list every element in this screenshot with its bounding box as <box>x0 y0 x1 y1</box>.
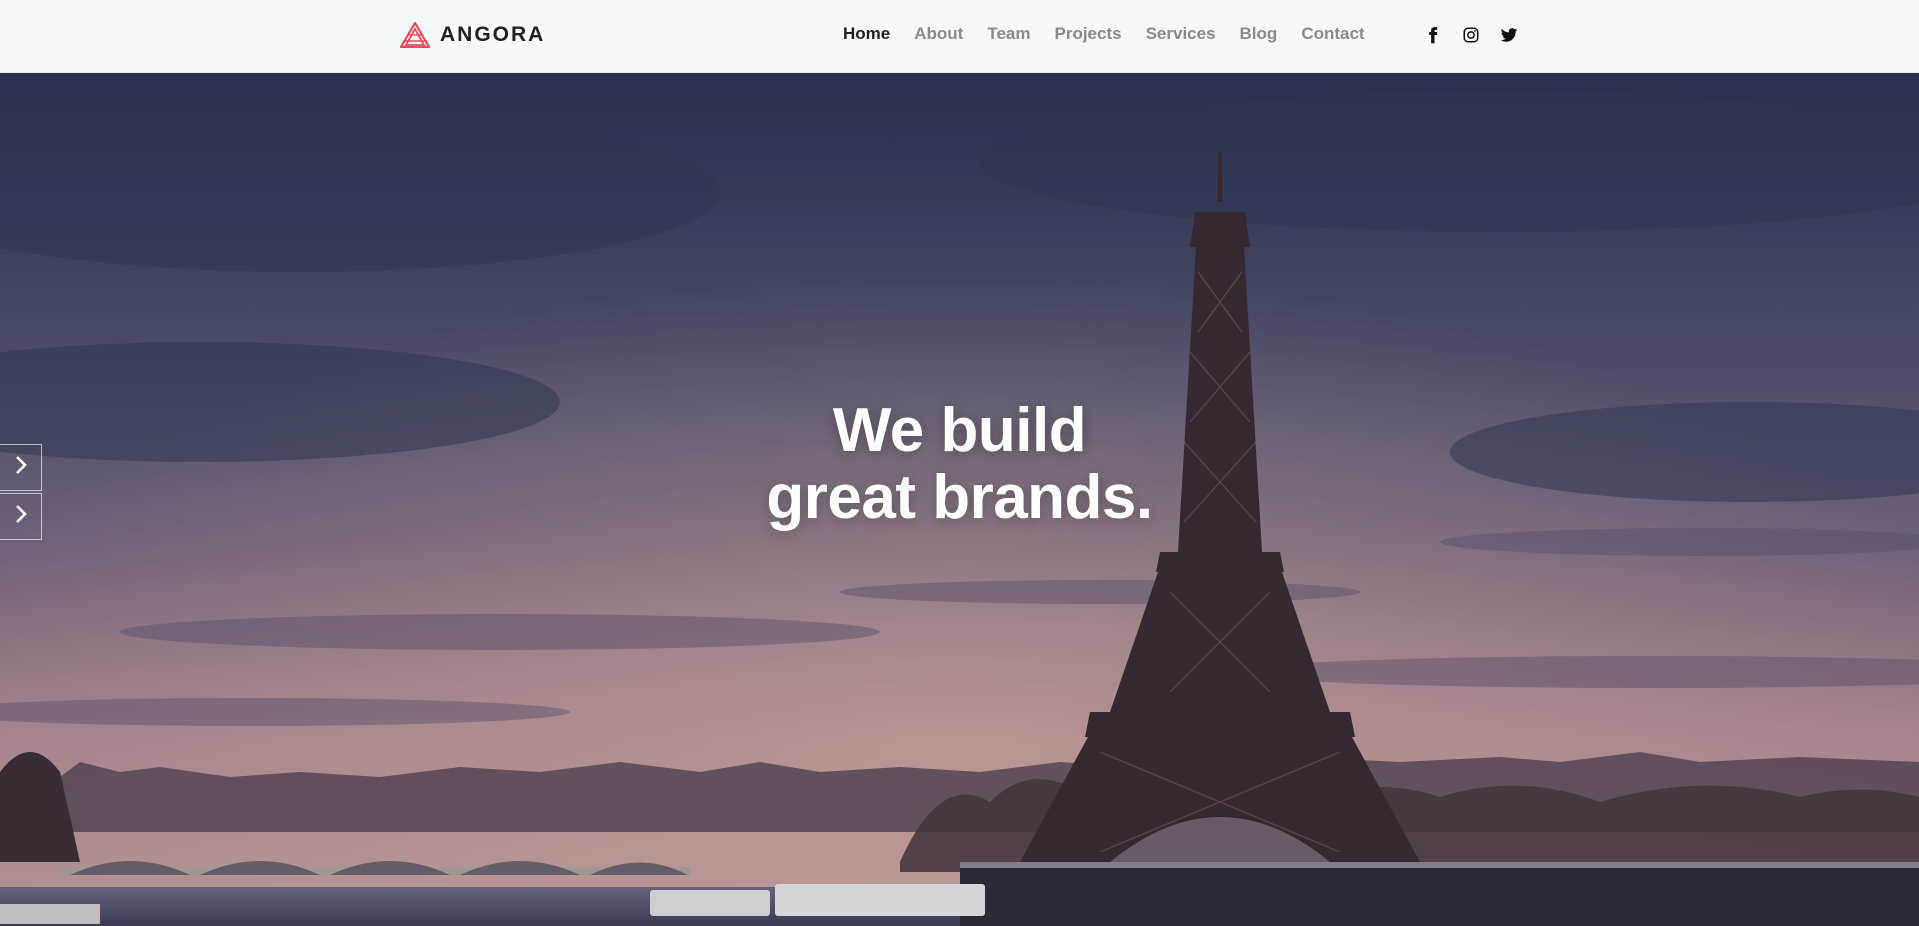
nav-contact[interactable]: Contact <box>1301 24 1364 44</box>
nav-services[interactable]: Services <box>1146 24 1216 44</box>
hero-headline-line-1: We build <box>832 396 1087 465</box>
chevron-right-icon <box>14 503 28 530</box>
nav-about[interactable]: About <box>914 24 963 44</box>
nav-projects[interactable]: Projects <box>1054 24 1121 44</box>
twitter-icon[interactable] <box>1500 26 1518 44</box>
brand-logo[interactable]: ANGORA <box>400 22 545 48</box>
hero-headline-line-2: great brands. <box>766 463 1153 532</box>
triangle-logo-icon <box>400 22 430 48</box>
chevron-right-icon <box>14 454 28 481</box>
brand-name: ANGORA <box>440 23 546 46</box>
hero-banner: We build great brands. <box>0 72 1919 926</box>
facebook-icon[interactable] <box>1424 26 1442 44</box>
nav-blog[interactable]: Blog <box>1240 24 1278 44</box>
slider-next-button-secondary[interactable] <box>0 493 42 540</box>
hero-headline: We build great brands. <box>0 397 1919 531</box>
nav-home[interactable]: Home <box>843 24 890 44</box>
instagram-icon[interactable] <box>1462 26 1480 44</box>
main-nav: Home About Team Projects Services Blog C… <box>843 24 1365 44</box>
social-links <box>1424 26 1518 44</box>
slider-next-button[interactable] <box>0 444 42 491</box>
site-header: ANGORA Home About Team Projects Services… <box>0 0 1919 73</box>
nav-team[interactable]: Team <box>987 24 1030 44</box>
